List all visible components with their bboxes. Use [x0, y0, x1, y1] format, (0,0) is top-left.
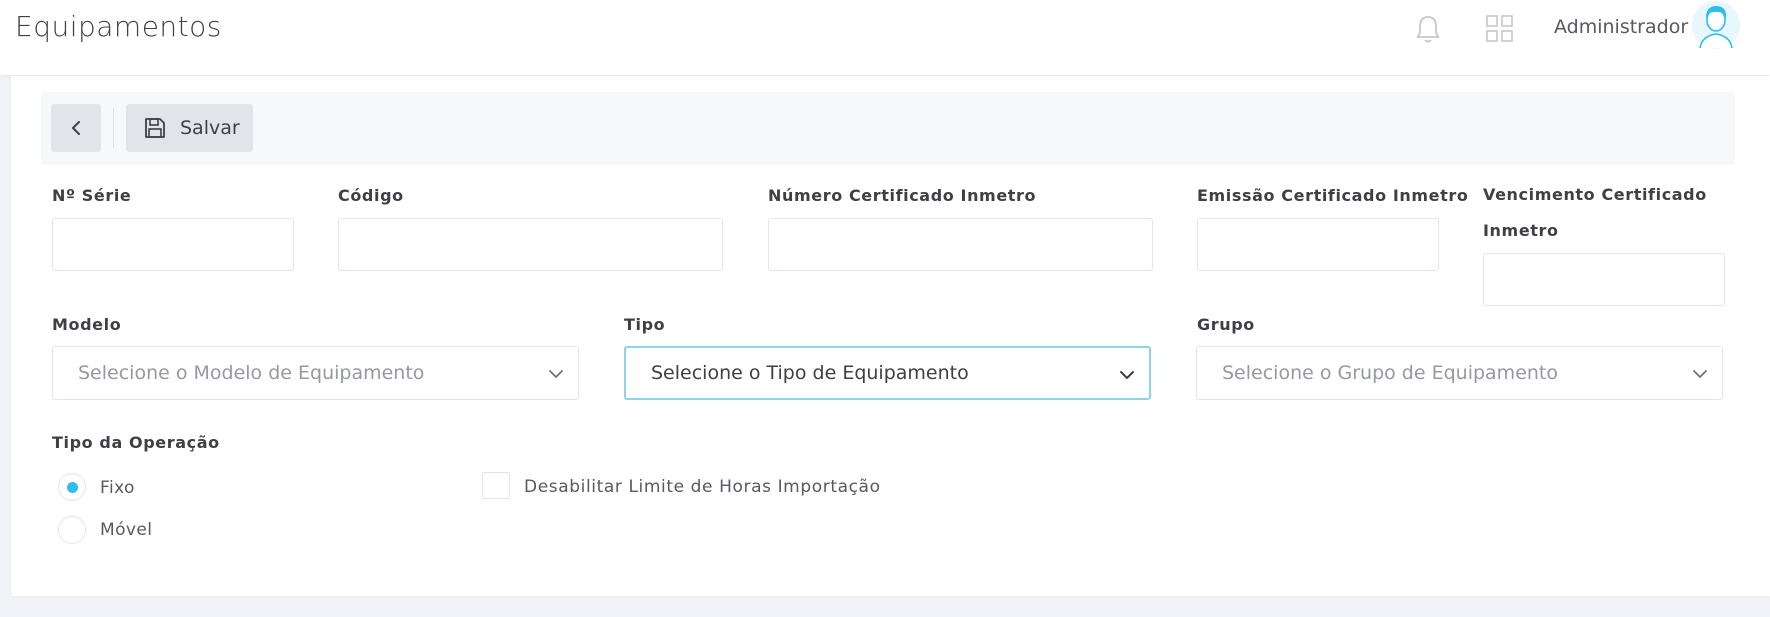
- tipo-select-value: Selecione o Tipo de Equipamento: [651, 362, 969, 384]
- user-avatar-icon[interactable]: [1690, 0, 1742, 50]
- modelo-select[interactable]: Selecione o Modelo de Equipamento: [52, 346, 579, 400]
- form-toolbar: [41, 92, 1735, 165]
- grupo-select[interactable]: Selecione o Grupo de Equipamento: [1196, 346, 1723, 400]
- numero-certificado-label: Número Certificado Inmetro: [768, 186, 1037, 205]
- radio-movel[interactable]: [58, 516, 86, 544]
- grupo-select-placeholder: Selecione o Grupo de Equipamento: [1222, 362, 1558, 384]
- chevron-down-icon: [1120, 371, 1134, 379]
- back-button[interactable]: [51, 104, 101, 152]
- modelo-label: Modelo: [52, 315, 122, 334]
- codigo-label: Código: [338, 186, 404, 205]
- bell-icon[interactable]: [1414, 13, 1442, 45]
- floppy-disk-icon: [145, 118, 165, 138]
- modelo-select-placeholder: Selecione o Modelo de Equipamento: [78, 362, 425, 384]
- vencimento-certificado-label-line2: Inmetro: [1483, 221, 1559, 240]
- desabilitar-limite-checkbox[interactable]: [482, 472, 510, 499]
- numero-certificado-input[interactable]: [768, 218, 1153, 271]
- emissao-certificado-input[interactable]: [1197, 218, 1439, 271]
- radio-movel-label[interactable]: Móvel: [100, 520, 152, 540]
- vencimento-certificado-label: Vencimento Certificado: [1483, 177, 1707, 213]
- grupo-label: Grupo: [1197, 315, 1255, 334]
- chevron-down-icon: [549, 370, 563, 378]
- vencimento-label-line1: Vencimento Certificado: [1483, 185, 1707, 204]
- desabilitar-limite-label[interactable]: Desabilitar Limite de Horas Importação: [524, 477, 881, 497]
- tipo-operacao-label: Tipo da Operação: [52, 433, 220, 452]
- serie-input[interactable]: [52, 218, 294, 271]
- save-button[interactable]: Salvar: [126, 104, 253, 152]
- tipo-label: Tipo: [624, 315, 666, 334]
- page-title: Equipamentos: [15, 10, 222, 43]
- vencimento-certificado-input[interactable]: [1483, 253, 1725, 306]
- radio-fixo[interactable]: [58, 473, 86, 501]
- emissao-certificado-label: Emissão Certificado Inmetro: [1197, 186, 1469, 205]
- codigo-input[interactable]: [338, 218, 723, 271]
- chevron-down-icon: [1693, 370, 1707, 378]
- tipo-select[interactable]: Selecione o Tipo de Equipamento: [624, 346, 1151, 400]
- chevron-left-icon: [72, 121, 80, 135]
- save-button-label: Salvar: [180, 117, 240, 139]
- apps-grid-icon[interactable]: [1486, 15, 1514, 43]
- serie-label: Nº Série: [52, 186, 132, 205]
- top-header: Equipamentos Administrador: [0, 0, 1770, 75]
- radio-fixo-label[interactable]: Fixo: [100, 478, 135, 498]
- username[interactable]: Administrador: [1554, 16, 1688, 38]
- toolbar-divider: [113, 108, 114, 148]
